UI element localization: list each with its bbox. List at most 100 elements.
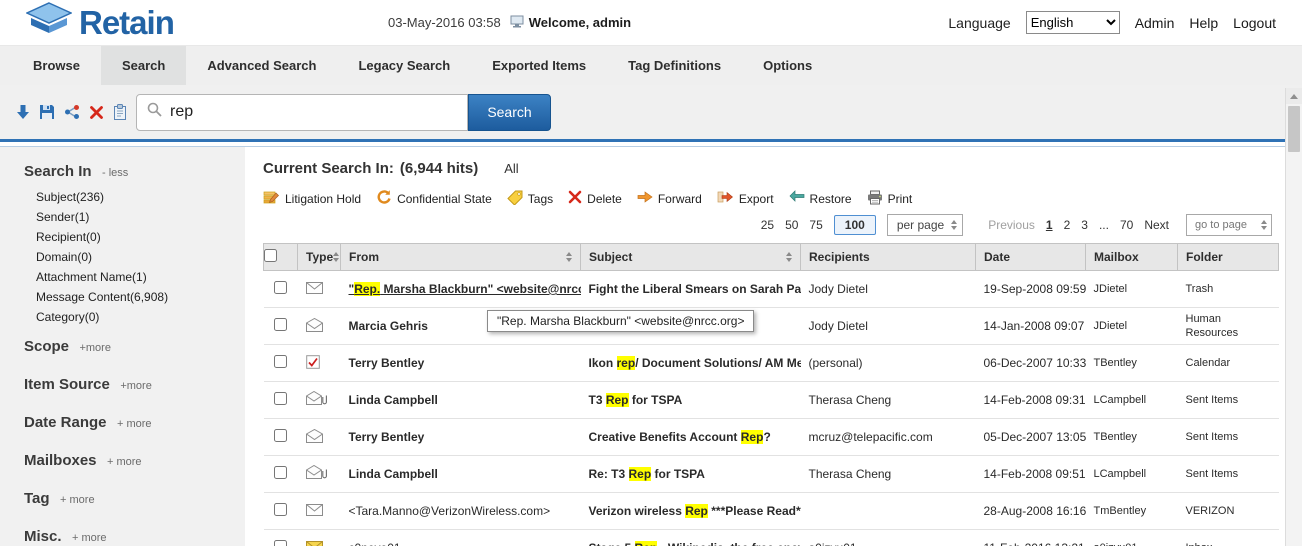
search-input[interactable]: [170, 103, 457, 121]
restore-button[interactable]: Restore: [789, 190, 852, 207]
subject-text: T3 Rep for TSPA: [581, 382, 801, 419]
scrollbar-thumb[interactable]: [1288, 106, 1300, 152]
vertical-scrollbar[interactable]: [1285, 88, 1302, 546]
page-2-button[interactable]: 2: [1064, 218, 1071, 232]
previous-page-button[interactable]: Previous: [988, 218, 1035, 232]
table-row[interactable]: Terry BentleyIkon rep/ Document Solution…: [264, 345, 1279, 382]
confidential-state-icon: [376, 189, 392, 208]
row-checkbox[interactable]: [274, 355, 287, 368]
page-3-button[interactable]: 3: [1081, 218, 1088, 232]
search-button[interactable]: Search: [468, 94, 551, 131]
search-tools: [16, 104, 128, 120]
row-checkbox[interactable]: [274, 503, 287, 516]
forward-button[interactable]: Forward: [637, 190, 702, 207]
filter-domain[interactable]: Domain(0): [36, 250, 245, 264]
sort-arrows-icon[interactable]: [333, 252, 339, 262]
share-search-icon[interactable]: [64, 104, 80, 120]
litigation-hold-button[interactable]: Litigation Hold: [263, 190, 361, 208]
tab-search[interactable]: Search: [101, 46, 186, 85]
delete-button[interactable]: Delete: [568, 190, 622, 207]
folder-text: Calendar: [1178, 345, 1279, 382]
from-address-tooltip: "Rep. Marsha Blackburn" <website@nrcc.or…: [487, 310, 754, 332]
search-field[interactable]: [136, 94, 468, 131]
tab-browse[interactable]: Browse: [12, 46, 101, 85]
filter-attachment-name[interactable]: Attachment Name(1): [36, 270, 245, 284]
results-header-row: TypeFromSubjectRecipientsDateMailboxFold…: [264, 244, 1279, 271]
pagination-bar: 25 50 75 100 per page Previous 1 2 3 ...…: [263, 214, 1302, 236]
mailbox-text: JDietel: [1086, 271, 1178, 308]
tags-button[interactable]: Tags: [507, 190, 553, 208]
filter-message-content[interactable]: Message Content(6,908): [36, 290, 245, 304]
filter-recipient[interactable]: Recipient(0): [36, 230, 245, 244]
goto-page-input[interactable]: go to page: [1186, 214, 1272, 236]
column-header-date: Date: [976, 244, 1086, 271]
table-row[interactable]: Marcia GehrisJody Dietel14-Jan-2008 09:0…: [264, 308, 1279, 345]
filter-subject[interactable]: Subject(236): [36, 190, 245, 204]
scroll-up-button[interactable]: [1286, 88, 1302, 104]
download-search-icon[interactable]: [16, 104, 30, 120]
item-source-toggle[interactable]: +more: [120, 380, 152, 392]
page-1-button[interactable]: 1: [1046, 218, 1053, 232]
date-text: 14-Jan-2008 09:07: [976, 308, 1086, 345]
date-range-toggle[interactable]: + more: [117, 418, 152, 430]
print-button[interactable]: Print: [867, 190, 913, 208]
retain-logo[interactable]: Retain: [26, 2, 174, 43]
table-row[interactable]: c0neve01Stage 5 Rep - Wikipedia, the fre…: [264, 530, 1279, 546]
confidential-state-button[interactable]: Confidential State: [376, 189, 492, 208]
table-row[interactable]: Terry BentleyCreative Benefits Account R…: [264, 419, 1279, 456]
per-page-75[interactable]: 75: [809, 218, 822, 232]
column-header-mailbox: Mailbox: [1086, 244, 1178, 271]
tag-title: Tag: [24, 490, 50, 507]
filter-all-link[interactable]: All: [504, 161, 518, 176]
search-in-toggle[interactable]: - less: [102, 167, 128, 179]
folder-text: Sent Items: [1178, 419, 1279, 456]
table-row[interactable]: <Tara.Manno@VerizonWireless.com>Verizon …: [264, 493, 1279, 530]
filter-sender[interactable]: Sender(1): [36, 210, 245, 224]
page-70-button[interactable]: 70: [1120, 218, 1133, 232]
hits-count: (6,944 hits): [400, 160, 478, 177]
tab-legacy-search[interactable]: Legacy Search: [337, 46, 471, 85]
litigation-hold-icon: [263, 190, 280, 208]
filter-category[interactable]: Category(0): [36, 310, 245, 324]
row-checkbox[interactable]: [274, 429, 287, 442]
table-row[interactable]: Linda CampbellT3 Rep for TSPATherasa Che…: [264, 382, 1279, 419]
refine-sidebar: Search In - less Subject(236) Sender(1) …: [0, 147, 245, 546]
row-checkbox[interactable]: [274, 392, 287, 405]
next-page-button[interactable]: Next: [1144, 218, 1169, 232]
tab-tag-definitions[interactable]: Tag Definitions: [607, 46, 742, 85]
language-select[interactable]: English: [1026, 11, 1120, 34]
subject-text: Verizon wireless Rep ***Please Read***: [581, 493, 801, 530]
per-page-50[interactable]: 50: [785, 218, 798, 232]
logout-link[interactable]: Logout: [1233, 15, 1276, 31]
table-row[interactable]: "Rep. Marsha Blackburn" <website@nrcc.or…: [264, 271, 1279, 308]
per-page-dropdown[interactable]: per page: [887, 214, 963, 236]
select-all-checkbox[interactable]: [264, 249, 277, 262]
tab-advanced-search[interactable]: Advanced Search: [186, 46, 337, 85]
row-checkbox[interactable]: [274, 466, 287, 479]
tab-options[interactable]: Options: [742, 46, 833, 85]
row-checkbox[interactable]: [274, 281, 287, 294]
column-header-type[interactable]: Type: [298, 244, 341, 271]
save-search-icon[interactable]: [39, 104, 55, 120]
print-icon: [867, 190, 883, 208]
export-button[interactable]: Export: [717, 190, 774, 207]
sort-arrows-icon[interactable]: [566, 252, 572, 262]
table-row[interactable]: Linda CampbellRe: T3 Rep for TSPATherasa…: [264, 456, 1279, 493]
row-checkbox[interactable]: [274, 318, 287, 331]
mailboxes-toggle[interactable]: + more: [107, 456, 142, 468]
from-text[interactable]: "Rep. Marsha Blackburn" <website@nrcc.or: [349, 282, 581, 296]
per-page-25[interactable]: 25: [761, 218, 774, 232]
clear-search-icon[interactable]: [89, 105, 104, 120]
clipboard-icon[interactable]: [113, 104, 127, 120]
scope-toggle[interactable]: +more: [79, 342, 111, 354]
misc-toggle[interactable]: + more: [72, 532, 107, 544]
column-header-subject[interactable]: Subject: [581, 244, 801, 271]
column-header-from[interactable]: From: [341, 244, 581, 271]
tag-toggle[interactable]: + more: [60, 494, 95, 506]
sort-arrows-icon[interactable]: [786, 252, 792, 262]
help-link[interactable]: Help: [1189, 15, 1218, 31]
per-page-100-selected[interactable]: 100: [834, 215, 876, 235]
tab-exported-items[interactable]: Exported Items: [471, 46, 607, 85]
admin-link[interactable]: Admin: [1135, 15, 1175, 31]
row-checkbox[interactable]: [274, 540, 287, 546]
